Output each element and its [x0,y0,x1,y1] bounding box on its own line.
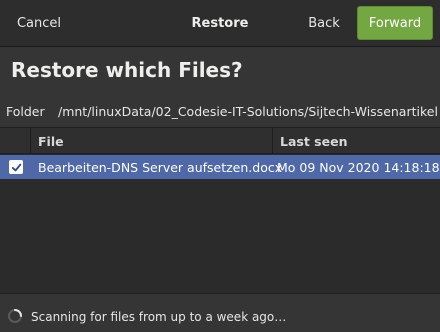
header-bar: Cancel Restore Back Forward [0,0,440,47]
window-title: Restore [191,15,249,31]
restore-window: Cancel Restore Back Forward Restore whic… [0,0,440,332]
back-button[interactable]: Back [297,6,351,40]
status-text: Scanning for files from up to a week ago… [31,310,287,324]
forward-button[interactable]: Forward [357,6,433,40]
list-header: File Last seen [0,128,440,154]
status-bar: Scanning for files from up to a week ago… [0,300,440,332]
column-header-file[interactable]: File [38,134,64,149]
column-header-check[interactable] [0,128,31,154]
folder-row: Folder /mnt/linuxData/02_Codesie-IT-Solu… [6,104,440,122]
file-list[interactable]: File Last seen Bearbeiten-DNS Server auf… [0,127,440,294]
checkmark-icon [11,163,21,171]
page-heading: Restore which Files? [11,58,243,82]
folder-label: Folder [6,104,45,119]
column-divider[interactable] [272,128,273,154]
spinner-icon [8,309,22,323]
column-header-last-seen[interactable]: Last seen [280,134,347,149]
cancel-button[interactable]: Cancel [6,6,72,40]
table-row[interactable]: Bearbeiten-DNS Server aufsetzen.docx Mo … [0,155,440,179]
folder-path: /mnt/linuxData/02_Codesie-IT-Solutions/S… [58,104,438,119]
row-checkbox[interactable] [9,160,23,174]
row-file-name: Bearbeiten-DNS Server aufsetzen.docx [38,160,283,175]
row-last-seen: Mo 09 Nov 2020 14:18:18 [277,160,440,175]
